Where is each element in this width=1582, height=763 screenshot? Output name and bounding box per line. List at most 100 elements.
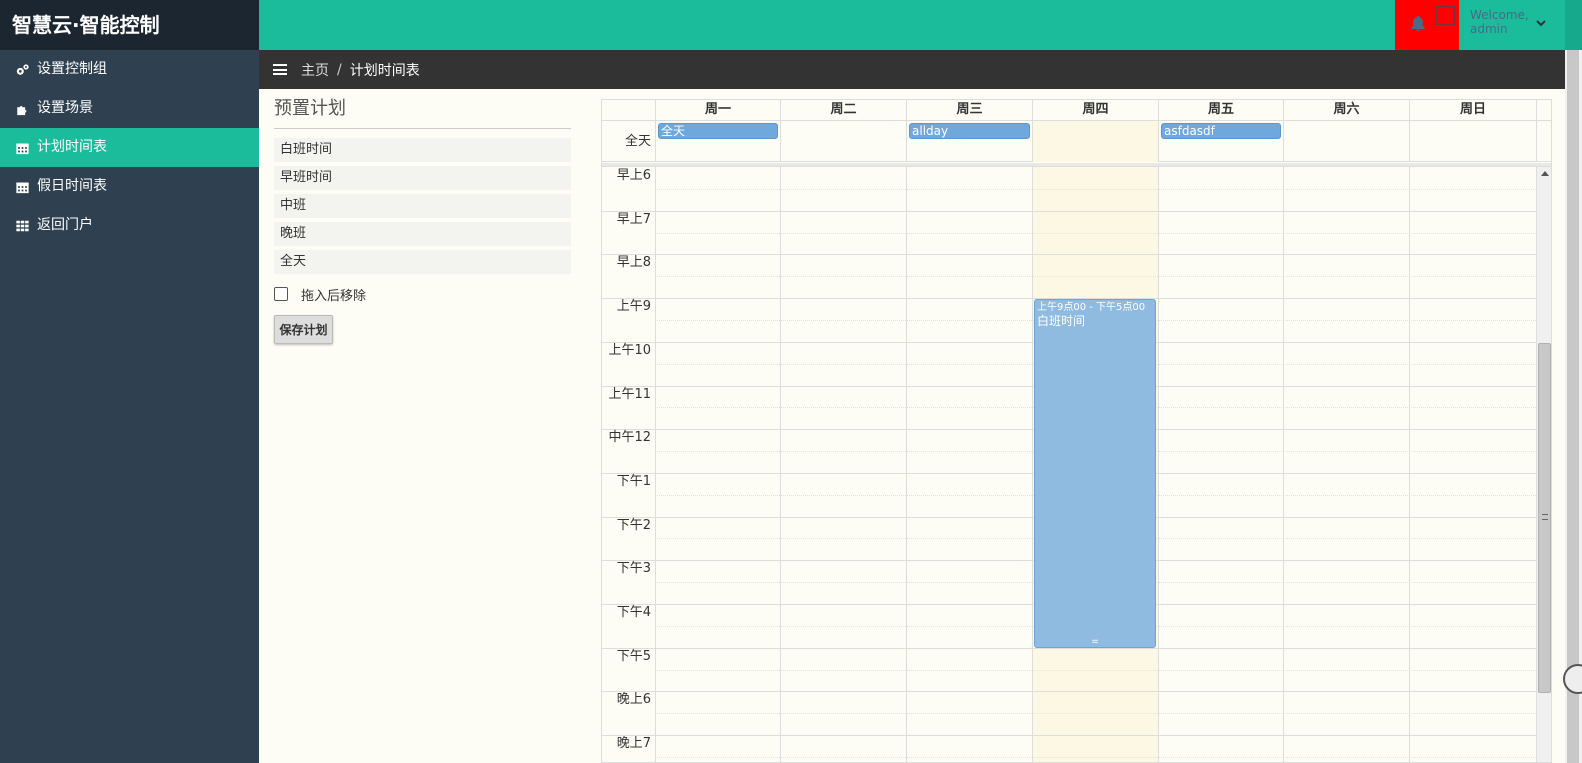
column-line bbox=[1158, 167, 1159, 762]
column-line bbox=[1409, 167, 1410, 762]
event-time: 上午9点00 - 下午5点00 bbox=[1037, 302, 1146, 314]
remove-after-drop-row: 拖入后移除 bbox=[274, 285, 571, 304]
day-header: 周二 bbox=[780, 100, 906, 121]
allday-cell[interactable] bbox=[780, 121, 906, 162]
time-label: 早上7 bbox=[616, 211, 651, 227]
sidebar-item-label: 设置控制组 bbox=[37, 61, 107, 77]
calendar-scrollbar-thumb[interactable] bbox=[1538, 343, 1551, 693]
grid-icon bbox=[14, 219, 30, 233]
breadcrumb-home-link[interactable]: 主页 bbox=[301, 60, 329, 80]
user-menu[interactable]: Welcome, admin bbox=[1470, 8, 1529, 36]
column-line bbox=[906, 167, 907, 762]
sidebar-item-label: 设置场景 bbox=[37, 100, 93, 116]
allday-spacer bbox=[1536, 121, 1551, 162]
day-header: 周四 bbox=[1032, 100, 1158, 121]
half-hour-line bbox=[655, 232, 1536, 234]
page-scrollbar-thumb[interactable] bbox=[1567, 50, 1579, 763]
time-label: 下午4 bbox=[616, 605, 651, 620]
breadcrumb: 主页 / 计划时间表 bbox=[259, 50, 1565, 89]
preset-item[interactable]: 白班时间 bbox=[274, 138, 571, 162]
sidebar-item-label: 返回门户 bbox=[37, 217, 93, 233]
day-header: 周六 bbox=[1283, 100, 1409, 121]
allday-event[interactable]: 全天 bbox=[658, 123, 778, 139]
day-header: 周日 bbox=[1409, 100, 1536, 121]
calendar-icon bbox=[14, 180, 30, 194]
half-hour-line bbox=[655, 276, 1536, 278]
day-header: 周五 bbox=[1158, 100, 1283, 121]
page-scrollbar[interactable] bbox=[1565, 50, 1582, 763]
breadcrumb-current: 计划时间表 bbox=[349, 62, 420, 79]
hour-line bbox=[602, 647, 1536, 649]
timed-event[interactable]: 上午9点00 - 下午5点00 白班时间 = bbox=[1034, 299, 1156, 648]
time-label: 下午5 bbox=[616, 648, 651, 664]
preset-item[interactable]: 中班 bbox=[274, 194, 571, 218]
column-line bbox=[1283, 167, 1284, 762]
sidebar-item-2[interactable]: 计划时间表 bbox=[0, 128, 259, 167]
sidebar: 智慧云·智能控制 设置控制组 设置场景 计划时间表 假日时间表 返回门户 bbox=[0, 0, 259, 763]
calendar-scrollbar[interactable] bbox=[1536, 167, 1551, 762]
column-line bbox=[655, 167, 656, 762]
header-spacer bbox=[1536, 100, 1551, 121]
preset-item[interactable]: 晚班 bbox=[274, 222, 571, 246]
event-resize-handle[interactable]: = bbox=[1035, 637, 1155, 646]
sidebar-item-label: 计划时间表 bbox=[37, 139, 107, 155]
allday-cell[interactable]: 全天 bbox=[655, 121, 780, 162]
day-header: 周三 bbox=[906, 100, 1032, 121]
time-label: 晚上7 bbox=[616, 736, 651, 752]
sidebar-item-0[interactable]: 设置控制组 bbox=[0, 50, 259, 89]
half-hour-line bbox=[655, 188, 1536, 190]
allday-cell[interactable] bbox=[1409, 121, 1536, 162]
remove-after-drop-label: 拖入后移除 bbox=[301, 288, 367, 304]
time-label: 早上6 bbox=[616, 168, 651, 183]
gears-icon bbox=[14, 63, 30, 77]
preset-plans-panel: 预置计划 白班时间早班时间中班晚班全天 拖入后移除 保存计划 bbox=[274, 96, 571, 344]
allday-cell[interactable]: allday bbox=[906, 121, 1032, 162]
hour-line bbox=[602, 210, 1536, 212]
time-label: 上午9 bbox=[616, 299, 651, 315]
sidebar-nav: 设置控制组设置场景计划时间表假日时间表返回门户 bbox=[0, 50, 259, 245]
sidebar-item-4[interactable]: 返回门户 bbox=[0, 206, 259, 245]
menu-toggle-icon[interactable] bbox=[273, 64, 287, 75]
allday-row: 全天 全天 allday asfdasdf bbox=[602, 121, 1551, 162]
scrollbar-top bbox=[1565, 0, 1582, 50]
preset-list: 白班时间早班时间中班晚班全天 bbox=[274, 138, 571, 274]
allday-event[interactable]: asfdasdf bbox=[1161, 123, 1281, 139]
save-plan-button[interactable]: 保存计划 bbox=[274, 315, 333, 344]
allday-cell[interactable] bbox=[1032, 121, 1158, 162]
event-title: 白班时间 bbox=[1037, 314, 1086, 329]
day-header: 周一 bbox=[655, 100, 780, 121]
scroll-up-arrow-icon[interactable] bbox=[1541, 171, 1549, 176]
breadcrumb-separator: / bbox=[337, 61, 342, 78]
column-line bbox=[780, 167, 781, 762]
hour-line bbox=[602, 254, 1536, 256]
half-hour-line bbox=[655, 713, 1536, 715]
preset-item[interactable]: 全天 bbox=[274, 250, 571, 274]
hour-line bbox=[602, 691, 1536, 693]
calendar-icon bbox=[14, 141, 30, 155]
username: admin bbox=[1470, 22, 1508, 36]
time-label: 早上8 bbox=[616, 255, 651, 271]
allday-cell[interactable] bbox=[1283, 121, 1409, 162]
time-grid[interactable]: 早上6 早上7 早上8 上午9 上午10 上午11 中午12 下午1 下午2 下午3 下午4 下午5 晚… bbox=[602, 167, 1551, 762]
sidebar-item-3[interactable]: 假日时间表 bbox=[0, 167, 259, 206]
hour-line bbox=[602, 735, 1536, 737]
preset-item[interactable]: 早班时间 bbox=[274, 166, 571, 190]
column-line bbox=[1032, 167, 1033, 762]
allday-cell[interactable]: asfdasdf bbox=[1158, 121, 1283, 162]
allday-event[interactable]: allday bbox=[909, 123, 1030, 139]
preset-plans-title: 预置计划 bbox=[274, 96, 571, 129]
notification-badge bbox=[1436, 6, 1455, 25]
time-label: 上午11 bbox=[608, 386, 651, 402]
time-label: 下午2 bbox=[616, 517, 651, 533]
welcome-text: Welcome, bbox=[1470, 8, 1529, 22]
notification-button[interactable] bbox=[1395, 0, 1459, 50]
time-label: 下午3 bbox=[616, 561, 651, 577]
time-label: 中午12 bbox=[608, 430, 651, 446]
remove-after-drop-checkbox[interactable] bbox=[274, 287, 288, 301]
bell-icon bbox=[1411, 15, 1425, 32]
sidebar-item-1[interactable]: 设置场景 bbox=[0, 89, 259, 128]
time-label: 下午1 bbox=[616, 473, 651, 489]
chevron-down-icon[interactable] bbox=[1535, 17, 1549, 31]
puzzle-icon bbox=[14, 102, 30, 116]
calendar-header: 周一 周二 周三 周四 周五 周六 周日 bbox=[602, 100, 1551, 121]
